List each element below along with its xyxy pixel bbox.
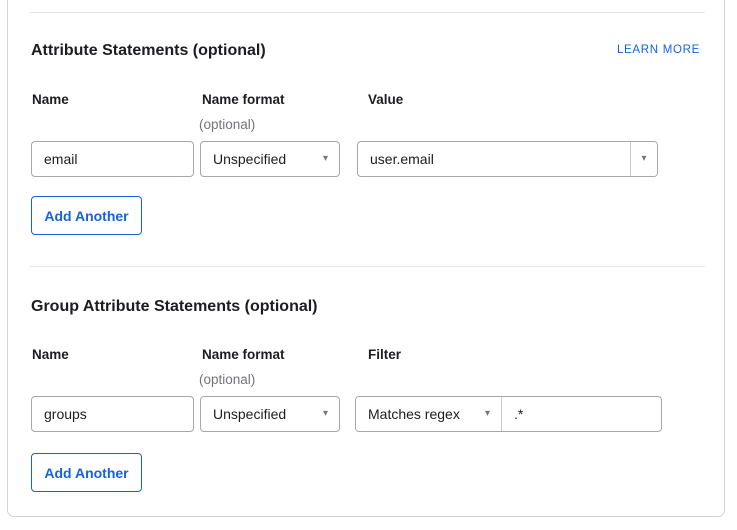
column-header-name: Name (32, 347, 69, 362)
group-attribute-filter-combobox: Matches regex ▾ (355, 396, 662, 432)
saml-settings-page: Attribute Statements (optional) LEARN MO… (0, 0, 737, 530)
chevron-down-icon: ▾ (323, 154, 328, 164)
attribute-value-combobox: ▾ (357, 141, 658, 177)
attribute-statements-title: Attribute Statements (optional) (31, 42, 266, 60)
group-attribute-name-format-value: Unspecified (213, 406, 286, 422)
settings-card (7, 0, 725, 517)
attribute-value-input[interactable] (358, 142, 630, 176)
group-attribute-filter-value-input[interactable] (502, 397, 661, 431)
group-attribute-name-format-select[interactable]: Unspecified ▾ (200, 396, 340, 432)
attribute-value-dropdown-toggle[interactable]: ▾ (630, 142, 657, 176)
group-attribute-filter-type-select[interactable]: Matches regex ▾ (356, 397, 502, 431)
attribute-name-format-value: Unspecified (213, 151, 286, 167)
add-another-group-attribute-button[interactable]: Add Another (31, 453, 142, 492)
attribute-name-format-select[interactable]: Unspecified ▾ (200, 141, 340, 177)
chevron-down-icon: ▾ (641, 154, 646, 164)
column-header-optional-note: (optional) (199, 117, 255, 132)
column-header-filter: Filter (368, 347, 401, 362)
chevron-down-icon: ▾ (323, 409, 328, 419)
add-another-attribute-button[interactable]: Add Another (31, 196, 142, 235)
section-divider-middle (30, 266, 705, 267)
attribute-name-input[interactable] (31, 141, 194, 177)
column-header-value: Value (368, 92, 403, 107)
section-divider-top (30, 12, 705, 13)
group-attribute-statements-title: Group Attribute Statements (optional) (31, 298, 318, 316)
column-header-optional-note: (optional) (199, 372, 255, 387)
column-header-name: Name (32, 92, 69, 107)
group-attribute-name-input[interactable] (31, 396, 194, 432)
column-header-name-format: Name format (202, 347, 285, 362)
column-header-name-format: Name format (202, 92, 285, 107)
learn-more-link[interactable]: LEARN MORE (617, 44, 700, 56)
group-attribute-filter-type-value: Matches regex (368, 406, 460, 422)
chevron-down-icon: ▾ (485, 409, 490, 419)
